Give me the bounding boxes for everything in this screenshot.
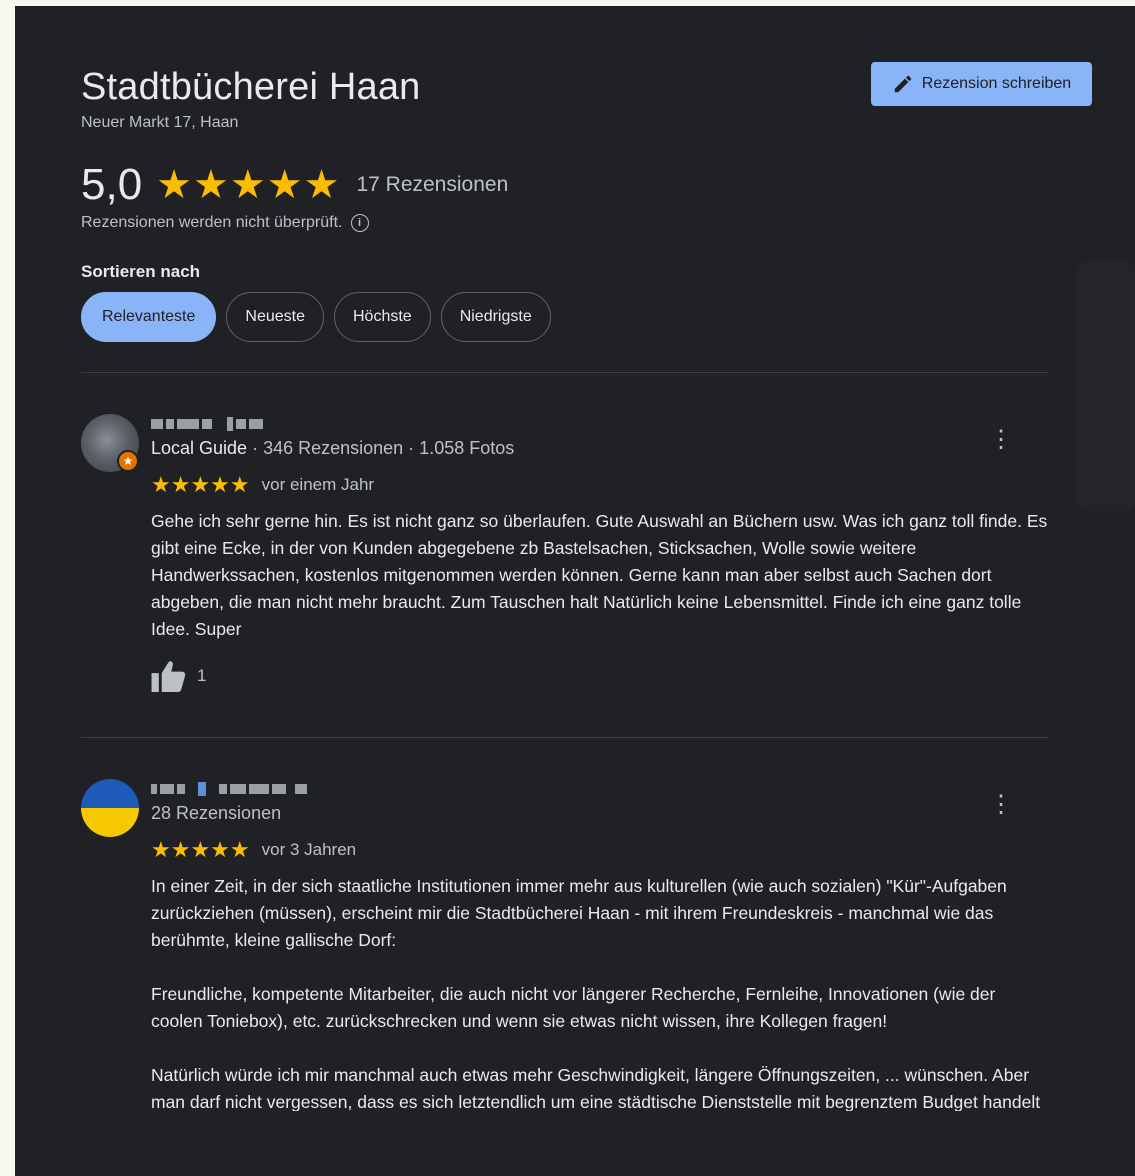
reviewer-name-redacted[interactable] bbox=[151, 416, 263, 432]
review-time: vor 3 Jahren bbox=[261, 840, 357, 859]
reviewer-avatar[interactable] bbox=[81, 779, 139, 837]
more-options-icon[interactable]: ⋮ bbox=[989, 789, 1013, 819]
more-options-icon[interactable]: ⋮ bbox=[989, 424, 1013, 454]
divider bbox=[81, 737, 1049, 738]
disclaimer-text: Rezensionen werden nicht überprüft. bbox=[81, 214, 343, 231]
write-review-button[interactable]: Rezension schreiben bbox=[871, 62, 1092, 106]
review-stars: ★★★★★ bbox=[151, 472, 250, 497]
reviewer-meta: Local Guide · 346 Rezensionen · 1.058 Fo… bbox=[151, 438, 514, 459]
review-rating-row: ★★★★★ vor einem Jahr bbox=[151, 474, 374, 496]
place-title: Stadtbücherei Haan bbox=[81, 66, 421, 108]
divider bbox=[81, 372, 1049, 373]
review-paragraph: Gehe ich sehr gerne hin. Es ist nicht ga… bbox=[151, 511, 1048, 639]
write-review-label: Rezension schreiben bbox=[921, 75, 1072, 92]
rating-value: 5,0 bbox=[81, 160, 143, 209]
review-time: vor einem Jahr bbox=[261, 475, 375, 494]
sort-label: Sortieren nach bbox=[81, 262, 201, 281]
rating-stars: ★★★★★ bbox=[156, 163, 341, 207]
sort-chips: Relevanteste Neueste Höchste Niedrigste bbox=[81, 292, 551, 342]
reviewer-meta: 28 Rezensionen bbox=[151, 803, 282, 823]
rating-summary: 5,0 ★★★★★ 17 Rezensionen bbox=[81, 160, 508, 210]
review-disclaimer: Rezensionen werden nicht überprüft. i bbox=[81, 214, 369, 232]
local-guide-label: Local Guide bbox=[151, 438, 248, 458]
review-item: ★ Local Guide · 346 Rezensionen · 1.058 … bbox=[81, 414, 1061, 714]
sort-chip-relevant[interactable]: Relevanteste bbox=[81, 292, 217, 342]
place-address: Neuer Markt 17, Haan bbox=[81, 114, 239, 131]
reviewer-stats: · 346 Rezensionen · 1.058 Fotos bbox=[247, 438, 515, 458]
like-count: 1 bbox=[197, 666, 207, 685]
sort-chip-newest[interactable]: Neueste bbox=[226, 292, 324, 342]
review-paragraph: Freundliche, kompetente Mitarbeiter, die… bbox=[151, 984, 996, 1031]
pencil-icon bbox=[894, 75, 912, 93]
review-paragraph: In einer Zeit, in der sich staatliche In… bbox=[151, 876, 1007, 950]
review-count-link[interactable]: 17 Rezensionen bbox=[356, 173, 508, 197]
viewport-cutoff bbox=[15, 1111, 1135, 1176]
review-stars: ★★★★★ bbox=[151, 837, 250, 862]
sort-chip-highest[interactable]: Höchste bbox=[333, 292, 431, 342]
local-guide-badge-icon: ★ bbox=[117, 450, 139, 472]
reviews-panel: Stadtbücherei Haan Neuer Markt 17, Haan … bbox=[15, 6, 1135, 1176]
reviewer-name-redacted[interactable] bbox=[151, 781, 307, 797]
info-icon[interactable]: i bbox=[350, 214, 369, 232]
scrollbar-track[interactable] bbox=[1077, 261, 1135, 511]
like-row: 1 bbox=[151, 660, 206, 692]
review-rating-row: ★★★★★ vor 3 Jahren bbox=[151, 839, 356, 861]
thumbs-up-icon[interactable] bbox=[151, 660, 187, 692]
review-text: Gehe ich sehr gerne hin. Es ist nicht ga… bbox=[151, 508, 1051, 670]
sort-chip-lowest[interactable]: Niedrigste bbox=[440, 292, 551, 342]
